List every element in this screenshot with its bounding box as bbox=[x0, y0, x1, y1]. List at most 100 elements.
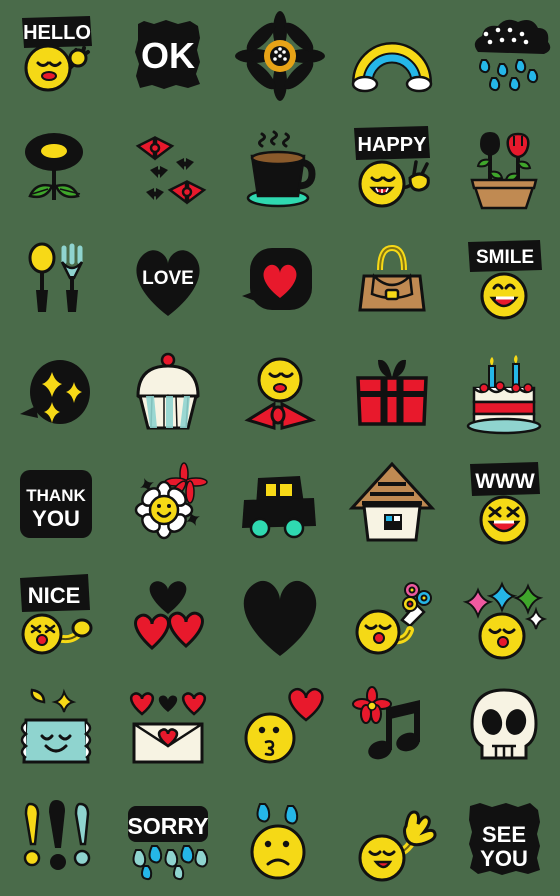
big-black-heart-icon bbox=[243, 580, 317, 656]
sticker-cell-rainbow[interactable] bbox=[336, 0, 448, 112]
sticker-cell-kiss-face[interactable] bbox=[224, 672, 336, 784]
sticker-cell-sorry-badge[interactable]: SORRY bbox=[112, 784, 224, 896]
sticker-cell-bouquet-face[interactable] bbox=[336, 560, 448, 672]
sticker-cell-red-ribbons[interactable] bbox=[112, 112, 224, 224]
sticker-cell-waving-face[interactable] bbox=[336, 784, 448, 896]
hello-label: HELLO bbox=[23, 22, 91, 44]
sticker-cell-birthday-cake[interactable] bbox=[448, 336, 560, 448]
red-heart-left-icon bbox=[134, 613, 170, 651]
fork-icon bbox=[60, 243, 84, 312]
raindrops-icon bbox=[479, 59, 539, 92]
cake-plate-icon bbox=[466, 417, 542, 435]
steam-icon bbox=[258, 130, 290, 148]
teardrops-icon bbox=[132, 845, 209, 881]
cherry-icon bbox=[160, 352, 176, 368]
nice-banner-icon: NICE bbox=[20, 574, 90, 612]
sticker-cell-exclamations[interactable] bbox=[0, 784, 112, 896]
thank-label: THANK bbox=[26, 486, 86, 505]
exclamation-black-icon bbox=[49, 800, 66, 870]
sticker-cell-heart-bubble[interactable] bbox=[224, 224, 336, 336]
sticker-cell-nice-face[interactable]: NICE bbox=[0, 560, 112, 672]
www-banner-icon: WWW bbox=[470, 462, 540, 496]
frosting-icon bbox=[136, 364, 200, 401]
sticker-cell-sparkle-bubble[interactable] bbox=[0, 336, 112, 448]
sticker-cell-gift-box[interactable] bbox=[336, 336, 448, 448]
kiss-heart-icon bbox=[288, 688, 324, 722]
sticker-cell-sparkle-face[interactable] bbox=[448, 560, 560, 672]
thumbs-up-arm-icon bbox=[54, 618, 93, 644]
red-bowtie-icon bbox=[244, 401, 317, 431]
sad-face-icon bbox=[250, 824, 306, 880]
sticker-cell-rain-cloud[interactable] bbox=[448, 0, 560, 112]
sticker-cell-smile-face[interactable]: SMILE bbox=[448, 224, 560, 336]
sticker-cell-three-hearts[interactable] bbox=[112, 560, 224, 672]
red-tulip-icon bbox=[506, 132, 530, 159]
smile-banner-icon: SMILE bbox=[468, 240, 542, 272]
red-bow-icon bbox=[135, 135, 175, 161]
sticker-cell-flower-pot[interactable] bbox=[448, 112, 560, 224]
cake-icon bbox=[472, 381, 536, 426]
smile-label: SMILE bbox=[476, 247, 534, 268]
car-icon bbox=[242, 476, 316, 539]
sticker-cell-ok-badge[interactable]: OK bbox=[112, 0, 224, 112]
sticker-cell-love-heart[interactable]: LOVE bbox=[112, 224, 224, 336]
kiss-face-icon bbox=[244, 712, 296, 764]
black-tulip-icon bbox=[480, 132, 500, 156]
laughing-face-icon bbox=[479, 495, 529, 545]
sticker-cell-handbag[interactable] bbox=[336, 224, 448, 336]
nice-label: NICE bbox=[28, 583, 81, 608]
moon-icon bbox=[30, 688, 46, 704]
sticker-cell-black-flower[interactable] bbox=[224, 0, 336, 112]
roof-icon bbox=[348, 461, 436, 510]
see-label: SEE bbox=[482, 822, 526, 847]
sticker-grid: HELLO OK HAPPY LOVE SMILE THANK YOU WWW … bbox=[0, 0, 560, 896]
sticker-cell-see-you[interactable]: SEE YOU bbox=[448, 784, 560, 896]
love-label: LOVE bbox=[142, 268, 194, 289]
waving-face-icon bbox=[24, 44, 90, 92]
black-heart-icon bbox=[149, 581, 187, 614]
happy-smiley-icon bbox=[358, 160, 406, 208]
star-icon bbox=[51, 688, 77, 713]
sticker-cell-house[interactable] bbox=[336, 448, 448, 560]
sticker-cell-black-car[interactable] bbox=[224, 448, 336, 560]
sticker-cell-happy-face[interactable]: HAPPY bbox=[336, 112, 448, 224]
spoon-icon bbox=[28, 242, 56, 312]
sticker-cell-spoon-fork[interactable] bbox=[0, 224, 112, 336]
red-heart-right-icon bbox=[168, 611, 204, 649]
sweat-drops-icon bbox=[256, 803, 299, 825]
red-flower-note-icon bbox=[352, 686, 392, 724]
waving-smiley-icon bbox=[358, 834, 406, 882]
exclamation-teal-icon bbox=[73, 802, 91, 867]
red-bow-icon-2 bbox=[167, 179, 207, 205]
sticker-cell-daisy-face[interactable] bbox=[112, 448, 224, 560]
nice-smiley-icon bbox=[21, 613, 63, 655]
sticker-cell-skull[interactable] bbox=[448, 672, 560, 784]
ok-label: OK bbox=[141, 35, 195, 76]
candles-icon bbox=[488, 355, 520, 389]
gift-box-icon bbox=[356, 376, 428, 426]
sticker-cell-black-flower-stem[interactable] bbox=[0, 112, 112, 224]
cloud-icon bbox=[351, 75, 433, 93]
exclamation-yellow-icon bbox=[23, 802, 41, 867]
happy-banner-icon: HAPPY bbox=[354, 126, 430, 160]
sticker-cell-coffee-cup[interactable] bbox=[224, 112, 336, 224]
sticker-cell-sleeping-pillow[interactable] bbox=[0, 672, 112, 784]
sticker-cell-black-heart[interactable] bbox=[224, 560, 336, 672]
sticker-cell-love-letter[interactable] bbox=[112, 672, 224, 784]
sticker-cell-thank-you[interactable]: THANK YOU bbox=[0, 448, 112, 560]
hello-banner-icon: HELLO bbox=[22, 16, 92, 48]
window-icon bbox=[384, 514, 402, 530]
envelope-icon bbox=[132, 722, 204, 764]
sparkle-face-icon bbox=[478, 612, 526, 660]
bowtie-face-icon bbox=[257, 357, 303, 403]
you-label-2: YOU bbox=[480, 846, 528, 871]
sticker-cell-bowtie-face[interactable] bbox=[224, 336, 336, 448]
sticker-cell-crying-face[interactable] bbox=[224, 784, 336, 896]
bouquet-face-icon bbox=[355, 609, 401, 655]
sticker-cell-www-face[interactable]: WWW bbox=[448, 448, 560, 560]
sticker-cell-hello-face[interactable]: HELLO bbox=[0, 0, 112, 112]
sticker-cell-music-note[interactable] bbox=[336, 672, 448, 784]
sorry-label: SORRY bbox=[128, 813, 209, 839]
sorry-badge-icon: SORRY bbox=[128, 806, 209, 842]
sticker-cell-cupcake[interactable] bbox=[112, 336, 224, 448]
